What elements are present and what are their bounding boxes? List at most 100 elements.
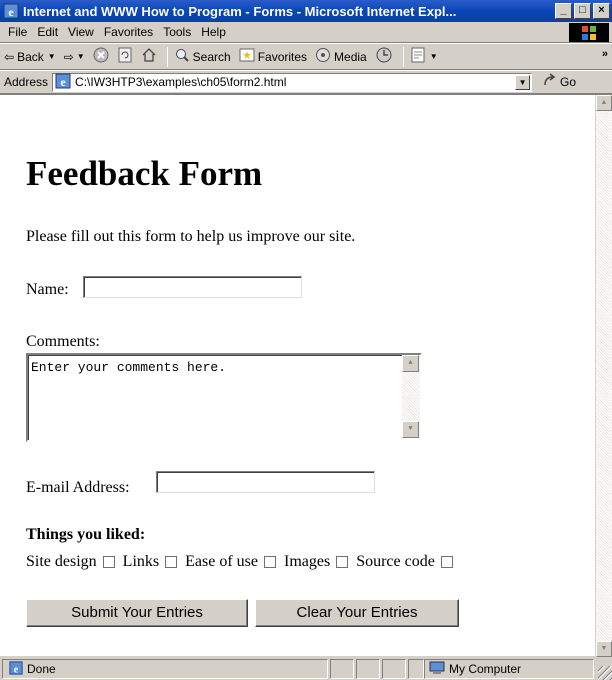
checkbox-label-site-design: Site design bbox=[26, 553, 97, 570]
forward-button[interactable]: ⇨ ▼ bbox=[64, 50, 85, 64]
checkbox-source-code[interactable] bbox=[440, 556, 453, 568]
menu-help[interactable]: Help bbox=[201, 25, 226, 39]
address-dropdown-button[interactable]: ▼ bbox=[515, 74, 531, 90]
search-label: Search bbox=[192, 49, 231, 64]
content-area: ▲ ▼ Feedback Form Please fill out this f… bbox=[0, 94, 612, 657]
name-input[interactable] bbox=[83, 276, 302, 298]
mail-dropdown-icon[interactable]: ▼ bbox=[430, 52, 438, 61]
refresh-button[interactable] bbox=[117, 47, 133, 66]
title-bar[interactable]: e Internet and WWW How to Program - Form… bbox=[0, 0, 612, 22]
page-icon: e bbox=[55, 73, 71, 92]
comments-label: Comments: bbox=[26, 333, 100, 350]
page-heading: Feedback Form bbox=[26, 154, 263, 193]
checkbox-images[interactable] bbox=[336, 556, 349, 568]
security-zone-cell: My Computer bbox=[424, 659, 594, 679]
media-label: Media bbox=[334, 49, 367, 64]
checkbox-ease-of-use[interactable] bbox=[263, 556, 276, 568]
comments-scroll-up-button[interactable]: ▲ bbox=[402, 355, 419, 372]
scroll-up-button[interactable]: ▲ bbox=[596, 95, 612, 111]
toolbar: ⇦ Back ▼ ⇨ ▼ Search Favorites Media ▼ » bbox=[0, 43, 612, 70]
status-cell bbox=[382, 659, 406, 679]
status-cell bbox=[408, 659, 424, 679]
checkbox-site-design[interactable] bbox=[102, 556, 115, 568]
address-url: C:\IW3HTP3\examples\ch05\form2.html bbox=[75, 75, 287, 89]
forward-dropdown-icon[interactable]: ▼ bbox=[77, 52, 85, 61]
back-dropdown-icon[interactable]: ▼ bbox=[48, 52, 56, 61]
checkbox-label-links: Links bbox=[122, 553, 160, 570]
name-label: Name: bbox=[26, 281, 69, 298]
search-icon bbox=[174, 47, 190, 66]
menu-edit[interactable]: Edit bbox=[37, 25, 58, 39]
status-bar: e Done My Computer bbox=[0, 657, 612, 680]
stop-button[interactable] bbox=[93, 47, 109, 66]
svg-text:e: e bbox=[8, 5, 14, 19]
scroll-down-button[interactable]: ▼ bbox=[596, 641, 612, 657]
page-scrollbar[interactable]: ▲ ▼ bbox=[595, 95, 612, 657]
menu-view[interactable]: View bbox=[68, 25, 94, 39]
mail-button[interactable]: ▼ bbox=[410, 46, 438, 67]
checkbox-label-images: Images bbox=[283, 553, 331, 570]
comments-text: Enter your comments here. bbox=[31, 360, 227, 375]
reset-button[interactable]: Clear Your Entries bbox=[255, 599, 459, 627]
home-button[interactable] bbox=[141, 47, 157, 66]
menu-favorites[interactable]: Favorites bbox=[104, 25, 153, 39]
resize-grip-icon[interactable] bbox=[598, 666, 612, 680]
comments-scrollbar[interactable]: ▲ ▼ bbox=[402, 355, 420, 438]
email-label: E-mail Address: bbox=[26, 479, 130, 496]
favorites-icon bbox=[239, 47, 255, 66]
menu-tools[interactable]: Tools bbox=[163, 25, 191, 39]
close-button[interactable]: × bbox=[593, 3, 610, 19]
go-arrow-icon bbox=[542, 72, 558, 92]
checkbox-label-source-code: Source code bbox=[356, 553, 435, 570]
address-label: Address bbox=[4, 75, 49, 89]
status-cell bbox=[356, 659, 380, 679]
mail-icon bbox=[410, 46, 428, 67]
status-page-icon: e bbox=[9, 660, 23, 678]
menu-bar: File Edit View Favorites Tools Help bbox=[0, 22, 612, 43]
back-arrow-icon: ⇦ bbox=[4, 49, 15, 64]
maximize-button[interactable]: □ bbox=[574, 3, 591, 19]
favorites-label: Favorites bbox=[257, 49, 308, 64]
submit-button[interactable]: Submit Your Entries bbox=[26, 599, 248, 627]
toolbar-separator bbox=[402, 46, 404, 67]
address-bar: Address e C:\IW3HTP3\examples\ch05\form2… bbox=[0, 70, 612, 94]
back-label: Back bbox=[17, 49, 44, 64]
email-input[interactable] bbox=[156, 471, 375, 493]
comments-scroll-down-button[interactable]: ▼ bbox=[402, 421, 419, 438]
ie-icon: e bbox=[3, 3, 19, 19]
go-label: Go bbox=[560, 75, 577, 89]
go-button[interactable]: Go bbox=[542, 72, 577, 92]
back-button[interactable]: ⇦ Back ▼ bbox=[4, 50, 56, 64]
web-page: Feedback Form Please fill out this form … bbox=[0, 95, 594, 657]
forward-arrow-icon: ⇨ bbox=[63, 49, 74, 64]
search-button[interactable]: Search bbox=[174, 47, 231, 66]
status-text: Done bbox=[27, 662, 56, 676]
toolbar-separator bbox=[166, 46, 168, 67]
history-icon bbox=[375, 46, 393, 67]
my-computer-icon bbox=[429, 661, 445, 678]
menu-file[interactable]: File bbox=[8, 25, 27, 39]
checkbox-row: Site design Links Ease of use Images Sou… bbox=[26, 553, 461, 571]
intro-text: Please fill out this form to help us imp… bbox=[26, 228, 356, 245]
window-title: Internet and WWW How to Program - Forms … bbox=[23, 3, 457, 19]
windows-logo-icon bbox=[569, 23, 609, 42]
stop-icon bbox=[93, 47, 109, 66]
media-button[interactable]: Media bbox=[315, 47, 367, 66]
liked-heading: Things you liked: bbox=[26, 526, 146, 543]
history-button[interactable] bbox=[375, 46, 393, 67]
comments-textarea[interactable]: Enter your comments here. ▲ ▼ bbox=[26, 353, 422, 442]
zone-text: My Computer bbox=[449, 662, 522, 676]
toolbar-overflow-chevron[interactable]: » bbox=[602, 48, 608, 60]
checkbox-label-ease-of-use: Ease of use bbox=[185, 553, 258, 570]
svg-text:e: e bbox=[14, 664, 19, 675]
checkbox-links[interactable] bbox=[165, 556, 178, 568]
svg-text:e: e bbox=[60, 75, 66, 89]
media-icon bbox=[315, 47, 331, 66]
favorites-button[interactable]: Favorites bbox=[239, 47, 307, 66]
address-input[interactable]: e C:\IW3HTP3\examples\ch05\form2.html ▼ bbox=[52, 72, 533, 92]
minimize-button[interactable]: _ bbox=[555, 3, 572, 19]
status-text-cell: e Done bbox=[2, 659, 328, 679]
home-icon bbox=[141, 47, 157, 66]
refresh-icon bbox=[117, 47, 133, 66]
status-cell bbox=[330, 659, 354, 679]
